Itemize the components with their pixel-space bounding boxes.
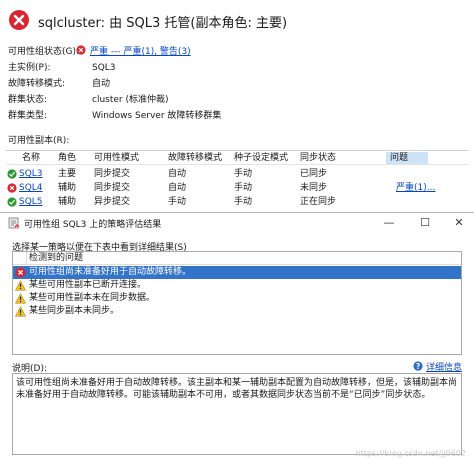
list-item[interactable]: 某些同步副本未同步。 bbox=[13, 305, 461, 318]
warning-icon bbox=[15, 280, 26, 291]
col-header-issue[interactable]: 问题 bbox=[386, 152, 428, 164]
prop-value: 自动 bbox=[92, 79, 111, 89]
details-link[interactable]: ? 详细信息 bbox=[413, 360, 462, 373]
error-icon bbox=[7, 183, 17, 193]
col-header-name[interactable]: 名称 bbox=[22, 152, 40, 164]
replica-availability: 异步提交 bbox=[94, 197, 131, 207]
dialog-titlebar[interactable]: 可用性组 SQL3 上的策略评估结果 — ☐ ✕ bbox=[0, 213, 474, 233]
replica-role: 辅助 bbox=[58, 197, 77, 207]
replica-sync: 已同步 bbox=[300, 169, 328, 179]
warning-icon bbox=[15, 293, 26, 304]
description-text: 该可用性组尚未准备好用于自动故障转移。该主副本和某一辅助副本配置为自动故障转移，… bbox=[12, 373, 462, 455]
prop-failover-mode: 故障转移模式: 自动 bbox=[0, 76, 474, 92]
prop-ag-state: 可用性组状态(G): 严重 --- 严重(1), 警告(3) bbox=[0, 44, 474, 60]
svg-text:?: ? bbox=[416, 362, 420, 371]
details-link-label[interactable]: 详细信息 bbox=[426, 363, 462, 373]
replica-sync: 正在同步 bbox=[300, 197, 337, 207]
replica-name-link[interactable]: SQL5 bbox=[19, 195, 43, 209]
issue-text: 可用性组尚未准备好用于自动故障转移。 bbox=[29, 267, 192, 277]
error-icon bbox=[9, 10, 29, 30]
page-header: sqlcluster: 由 SQL3 托管(副本角色: 主要) bbox=[0, 0, 474, 40]
replica-issue-link[interactable]: 严重(1)... bbox=[396, 181, 435, 195]
prop-value: cluster (标准仲裁) bbox=[92, 95, 169, 105]
policy-issue-list[interactable]: 检测到的问题 可用性组尚未准备好用于自动故障转移。 某些可用性副本已断开连接。 bbox=[12, 251, 462, 355]
col-header-role[interactable]: 角色 bbox=[58, 152, 76, 164]
policy-icon bbox=[8, 217, 20, 229]
maximize-button[interactable]: ☐ bbox=[414, 214, 436, 232]
table-row[interactable]: SQL3 主要 同步提交 自动 手动 已同步 bbox=[6, 167, 468, 181]
replica-grid[interactable]: 名称 角色 可用性模式 故障转移模式 种子设定模式 同步状态 问题 SQL3 主… bbox=[6, 150, 468, 210]
policy-results-dialog: 可用性组 SQL3 上的策略评估结果 — ☐ ✕ 选择某一策略以便在下表中看到详… bbox=[0, 212, 474, 460]
list-item[interactable]: 某些可用性副本已断开连接。 bbox=[13, 279, 461, 292]
error-icon bbox=[15, 267, 26, 278]
error-icon bbox=[76, 45, 86, 55]
table-row[interactable]: SQL4 辅助 同步提交 自动 手动 未同步 严重(1)... bbox=[6, 181, 468, 195]
prop-label: 主实例(P): bbox=[8, 63, 51, 73]
col-header-seeding[interactable]: 种子设定模式 bbox=[234, 152, 288, 164]
replica-failover: 自动 bbox=[168, 183, 187, 193]
col-header-sync[interactable]: 同步状态 bbox=[300, 152, 336, 164]
grid-header: 名称 角色 可用性模式 故障转移模式 种子设定模式 同步状态 问题 bbox=[6, 151, 468, 165]
prop-label: 群集类型: bbox=[8, 111, 48, 121]
col-header-failover[interactable]: 故障转移模式 bbox=[168, 152, 222, 164]
replica-role: 主要 bbox=[58, 169, 77, 179]
replica-name-link[interactable]: SQL4 bbox=[19, 181, 43, 195]
ok-icon bbox=[7, 197, 17, 207]
issue-text: 某些可用性副本已断开连接。 bbox=[29, 280, 147, 290]
ag-state-link[interactable]: 严重 --- 严重(1), 警告(3) bbox=[90, 47, 191, 57]
prop-primary-instance: 主实例(P): SQL3 bbox=[0, 60, 474, 76]
issue-text: 某些可用性副本未在同步数据。 bbox=[29, 293, 156, 303]
close-button[interactable]: ✕ bbox=[448, 214, 470, 232]
replica-caption: 可用性副本(R): bbox=[8, 136, 70, 146]
prop-label: 可用性组状态(G): bbox=[8, 47, 80, 57]
list-item[interactable]: 某些可用性副本未在同步数据。 bbox=[13, 292, 461, 305]
replica-sync: 未同步 bbox=[300, 183, 328, 193]
dialog-title: 可用性组 SQL3 上的策略评估结果 bbox=[24, 220, 162, 230]
help-icon: ? bbox=[413, 361, 423, 371]
prop-value: 严重 --- 严重(1), 警告(3) bbox=[76, 44, 191, 60]
prop-label: 故障转移模式: bbox=[8, 79, 66, 89]
warning-icon bbox=[15, 306, 26, 317]
ok-icon bbox=[7, 169, 17, 179]
prop-value: SQL3 bbox=[92, 63, 116, 73]
prop-value: Windows Server 故障转移群集 bbox=[92, 111, 222, 121]
prop-cluster-type: 群集类型: Windows Server 故障转移群集 bbox=[0, 108, 474, 124]
minimize-button[interactable]: — bbox=[378, 214, 400, 232]
replica-failover: 手动 bbox=[168, 197, 187, 207]
replica-seeding: 手动 bbox=[234, 169, 253, 179]
list-item[interactable]: 可用性组尚未准备好用于自动故障转移。 bbox=[13, 266, 461, 279]
prop-label: 群集状态: bbox=[8, 95, 48, 105]
col-header-availability[interactable]: 可用性模式 bbox=[94, 152, 139, 164]
watermark: https://blog.csdn.net/jj0602 bbox=[355, 449, 466, 458]
properties-panel: 可用性组状态(G): 严重 --- 严重(1), 警告(3) 主实例(P): S… bbox=[0, 44, 474, 124]
issue-text: 某些同步副本未同步。 bbox=[29, 306, 120, 316]
replica-availability: 同步提交 bbox=[94, 169, 131, 179]
list-header-select-cell[interactable] bbox=[13, 252, 27, 265]
replica-seeding: 手动 bbox=[234, 183, 253, 193]
replica-failover: 自动 bbox=[168, 169, 187, 179]
prop-cluster-state: 群集状态: cluster (标准仲裁) bbox=[0, 92, 474, 108]
page-title: sqlcluster: 由 SQL3 托管(副本角色: 主要) bbox=[38, 16, 288, 31]
replica-seeding: 手动 bbox=[234, 197, 253, 207]
list-header: 检测到的问题 bbox=[13, 252, 461, 265]
list-header-issues[interactable]: 检测到的问题 bbox=[29, 253, 83, 264]
replica-name-link[interactable]: SQL3 bbox=[19, 167, 43, 181]
replica-role: 辅助 bbox=[58, 183, 77, 193]
replica-availability: 同步提交 bbox=[94, 183, 131, 193]
table-row[interactable]: SQL5 辅助 异步提交 手动 手动 正在同步 bbox=[6, 195, 468, 209]
